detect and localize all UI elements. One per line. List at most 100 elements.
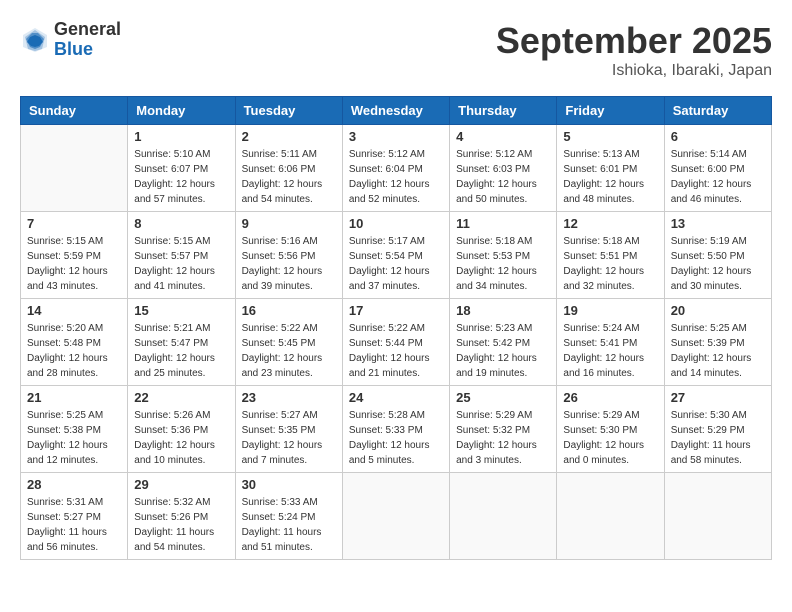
col-header-tuesday: Tuesday xyxy=(235,97,342,125)
week-row-3: 14 Sunrise: 5:20 AM Sunset: 5:48 PM Dayli… xyxy=(21,299,772,386)
day-info: Sunrise: 5:23 AM Sunset: 5:42 PM Dayligh… xyxy=(456,321,550,381)
logo-text: General Blue xyxy=(54,20,121,60)
day-info: Sunrise: 5:18 AM Sunset: 5:53 PM Dayligh… xyxy=(456,234,550,294)
calendar-cell xyxy=(450,473,557,560)
day-info: Sunrise: 5:31 AM Sunset: 5:27 PM Dayligh… xyxy=(27,495,121,555)
day-info: Sunrise: 5:19 AM Sunset: 5:50 PM Dayligh… xyxy=(671,234,765,294)
calendar-cell: 4Sunrise: 5:12 AM Sunset: 6:03 PM Daylig… xyxy=(450,125,557,212)
logo: General Blue xyxy=(20,20,121,60)
calendar-cell: 30 Sunrise: 5:33 AM Sunset: 5:24 PM Dayli… xyxy=(235,473,342,560)
calendar-cell: 3 Sunrise: 5:12 AM Sunset: 6:04 PM Daylig… xyxy=(342,125,449,212)
day-info: Sunrise: 5:20 AM Sunset: 5:48 PM Dayligh… xyxy=(27,321,121,381)
day-number: 11 xyxy=(456,216,550,231)
day-number: 9 xyxy=(242,216,336,231)
calendar-cell: 25 Sunrise: 5:29 AM Sunset: 5:32 PM Dayli… xyxy=(450,386,557,473)
calendar-cell: 19 Sunrise: 5:24 AM Sunset: 5:41 PM Dayli… xyxy=(557,299,664,386)
calendar-cell xyxy=(664,473,771,560)
month-title: September 2025 xyxy=(496,20,772,62)
calendar-cell: 9 Sunrise: 5:16 AM Sunset: 5:56 PM Daylig… xyxy=(235,212,342,299)
calendar-cell: 29Sunrise: 5:32 AM Sunset: 5:26 PM Dayli… xyxy=(128,473,235,560)
day-info: Sunrise: 5:30 AM Sunset: 5:29 PM Dayligh… xyxy=(671,408,765,468)
day-number: 19 xyxy=(563,303,657,318)
day-number: 14 xyxy=(27,303,121,318)
calendar-cell: 26Sunrise: 5:29 AM Sunset: 5:30 PM Dayli… xyxy=(557,386,664,473)
calendar-cell: 1 Sunrise: 5:10 AM Sunset: 6:07 PM Daylig… xyxy=(128,125,235,212)
day-number: 25 xyxy=(456,390,550,405)
day-number: 21 xyxy=(27,390,121,405)
day-number: 30 xyxy=(242,477,336,492)
day-info: Sunrise: 5:24 AM Sunset: 5:41 PM Dayligh… xyxy=(563,321,657,381)
calendar-cell: 16 Sunrise: 5:22 AM Sunset: 5:45 PM Dayli… xyxy=(235,299,342,386)
day-number: 28 xyxy=(27,477,121,492)
day-number: 22 xyxy=(134,390,228,405)
day-info: Sunrise: 5:15 AM Sunset: 5:59 PM Dayligh… xyxy=(27,234,121,294)
calendar-cell: 23 Sunrise: 5:27 AM Sunset: 5:35 PM Dayli… xyxy=(235,386,342,473)
week-row-4: 21 Sunrise: 5:25 AM Sunset: 5:38 PM Dayli… xyxy=(21,386,772,473)
calendar-cell: 14 Sunrise: 5:20 AM Sunset: 5:48 PM Dayli… xyxy=(21,299,128,386)
day-number: 27 xyxy=(671,390,765,405)
day-info: Sunrise: 5:32 AM Sunset: 5:26 PM Dayligh… xyxy=(134,495,228,555)
calendar-cell: 12Sunrise: 5:18 AM Sunset: 5:51 PM Dayli… xyxy=(557,212,664,299)
day-info: Sunrise: 5:27 AM Sunset: 5:35 PM Dayligh… xyxy=(242,408,336,468)
day-number: 8 xyxy=(134,216,228,231)
calendar-table: SundayMondayTuesdayWednesdayThursdayFrid… xyxy=(20,96,772,560)
week-row-1: 1 Sunrise: 5:10 AM Sunset: 6:07 PM Daylig… xyxy=(21,125,772,212)
day-info: Sunrise: 5:12 AM Sunset: 6:04 PM Dayligh… xyxy=(349,147,443,207)
col-header-wednesday: Wednesday xyxy=(342,97,449,125)
day-info: Sunrise: 5:16 AM Sunset: 5:56 PM Dayligh… xyxy=(242,234,336,294)
day-number: 17 xyxy=(349,303,443,318)
calendar-cell: 8Sunrise: 5:15 AM Sunset: 5:57 PM Daylig… xyxy=(128,212,235,299)
week-row-2: 7Sunrise: 5:15 AM Sunset: 5:59 PM Daylig… xyxy=(21,212,772,299)
day-number: 13 xyxy=(671,216,765,231)
day-number: 20 xyxy=(671,303,765,318)
col-header-monday: Monday xyxy=(128,97,235,125)
calendar-cell xyxy=(557,473,664,560)
day-info: Sunrise: 5:22 AM Sunset: 5:45 PM Dayligh… xyxy=(242,321,336,381)
calendar-cell: 2 Sunrise: 5:11 AM Sunset: 6:06 PM Daylig… xyxy=(235,125,342,212)
calendar-cell: 18Sunrise: 5:23 AM Sunset: 5:42 PM Dayli… xyxy=(450,299,557,386)
title-block: September 2025 Ishioka, Ibaraki, Japan xyxy=(496,20,772,80)
day-info: Sunrise: 5:13 AM Sunset: 6:01 PM Dayligh… xyxy=(563,147,657,207)
day-info: Sunrise: 5:28 AM Sunset: 5:33 PM Dayligh… xyxy=(349,408,443,468)
calendar-cell: 6Sunrise: 5:14 AM Sunset: 6:00 PM Daylig… xyxy=(664,125,771,212)
day-number: 5 xyxy=(563,129,657,144)
day-number: 1 xyxy=(134,129,228,144)
calendar-cell: 11 Sunrise: 5:18 AM Sunset: 5:53 PM Dayli… xyxy=(450,212,557,299)
day-number: 12 xyxy=(563,216,657,231)
day-info: Sunrise: 5:25 AM Sunset: 5:39 PM Dayligh… xyxy=(671,321,765,381)
logo-general: General xyxy=(54,20,121,40)
day-info: Sunrise: 5:12 AM Sunset: 6:03 PM Dayligh… xyxy=(456,147,550,207)
col-header-thursday: Thursday xyxy=(450,97,557,125)
day-info: Sunrise: 5:22 AM Sunset: 5:44 PM Dayligh… xyxy=(349,321,443,381)
page-header: General Blue September 2025 Ishioka, Iba… xyxy=(20,20,772,80)
day-number: 23 xyxy=(242,390,336,405)
day-info: Sunrise: 5:29 AM Sunset: 5:32 PM Dayligh… xyxy=(456,408,550,468)
day-number: 10 xyxy=(349,216,443,231)
calendar-cell: 5 Sunrise: 5:13 AM Sunset: 6:01 PM Daylig… xyxy=(557,125,664,212)
logo-icon xyxy=(20,25,50,55)
day-info: Sunrise: 5:33 AM Sunset: 5:24 PM Dayligh… xyxy=(242,495,336,555)
calendar-cell: 24 Sunrise: 5:28 AM Sunset: 5:33 PM Dayli… xyxy=(342,386,449,473)
logo-blue: Blue xyxy=(54,40,121,60)
calendar-cell xyxy=(21,125,128,212)
day-info: Sunrise: 5:25 AM Sunset: 5:38 PM Dayligh… xyxy=(27,408,121,468)
day-info: Sunrise: 5:11 AM Sunset: 6:06 PM Dayligh… xyxy=(242,147,336,207)
day-number: 3 xyxy=(349,129,443,144)
day-number: 24 xyxy=(349,390,443,405)
col-header-saturday: Saturday xyxy=(664,97,771,125)
calendar-cell xyxy=(342,473,449,560)
calendar-cell: 13 Sunrise: 5:19 AM Sunset: 5:50 PM Dayli… xyxy=(664,212,771,299)
day-info: Sunrise: 5:10 AM Sunset: 6:07 PM Dayligh… xyxy=(134,147,228,207)
day-info: Sunrise: 5:29 AM Sunset: 5:30 PM Dayligh… xyxy=(563,408,657,468)
calendar-cell: 17 Sunrise: 5:22 AM Sunset: 5:44 PM Dayli… xyxy=(342,299,449,386)
day-info: Sunrise: 5:26 AM Sunset: 5:36 PM Dayligh… xyxy=(134,408,228,468)
day-info: Sunrise: 5:21 AM Sunset: 5:47 PM Dayligh… xyxy=(134,321,228,381)
calendar-cell: 15Sunrise: 5:21 AM Sunset: 5:47 PM Dayli… xyxy=(128,299,235,386)
calendar-cell: 28 Sunrise: 5:31 AM Sunset: 5:27 PM Dayli… xyxy=(21,473,128,560)
day-number: 6 xyxy=(671,129,765,144)
calendar-cell: 27 Sunrise: 5:30 AM Sunset: 5:29 PM Dayli… xyxy=(664,386,771,473)
day-number: 2 xyxy=(242,129,336,144)
day-info: Sunrise: 5:17 AM Sunset: 5:54 PM Dayligh… xyxy=(349,234,443,294)
calendar-header-row: SundayMondayTuesdayWednesdayThursdayFrid… xyxy=(21,97,772,125)
day-number: 16 xyxy=(242,303,336,318)
